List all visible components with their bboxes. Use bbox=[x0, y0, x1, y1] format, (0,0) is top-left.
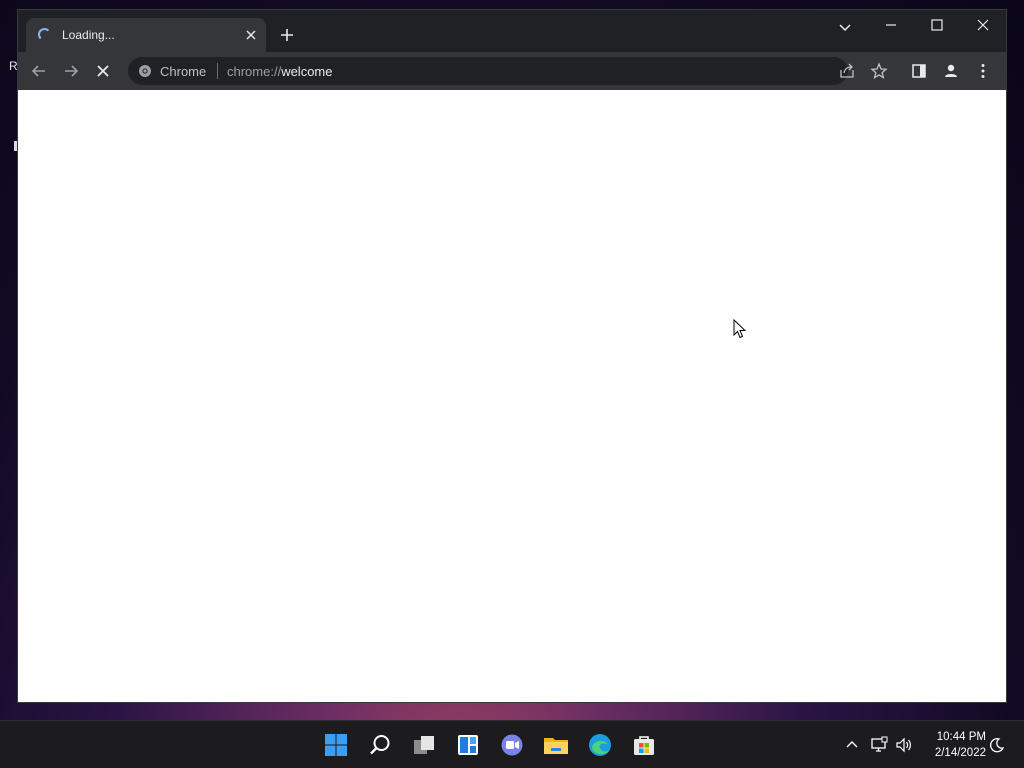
tab-strip: Loading... bbox=[18, 10, 1006, 52]
file-explorer-icon[interactable] bbox=[542, 731, 570, 759]
back-arrow-icon[interactable] bbox=[26, 58, 52, 84]
mouse-cursor-icon bbox=[733, 318, 747, 339]
taskbar: 10:44 PM 2/14/2022 bbox=[0, 720, 1024, 768]
share-icon[interactable] bbox=[834, 58, 860, 84]
site-chip-label: Chrome bbox=[160, 64, 207, 79]
forward-arrow-icon[interactable] bbox=[58, 58, 84, 84]
address-bar[interactable]: Chrome chrome://welcome bbox=[128, 57, 848, 85]
task-view-icon[interactable] bbox=[410, 731, 438, 759]
more-menu-icon[interactable] bbox=[970, 58, 996, 84]
desktop-icon-fragment bbox=[14, 141, 17, 151]
bookmark-star-icon[interactable] bbox=[866, 58, 892, 84]
new-tab-plus-icon[interactable] bbox=[276, 24, 298, 46]
edge-icon[interactable] bbox=[586, 731, 614, 759]
moon-icon[interactable] bbox=[987, 735, 1007, 755]
chevron-up-icon[interactable] bbox=[842, 735, 862, 755]
tab-close-icon[interactable] bbox=[242, 26, 260, 44]
minimize-icon[interactable] bbox=[868, 10, 914, 40]
network-icon[interactable] bbox=[869, 735, 889, 755]
url-host: welcome bbox=[281, 64, 333, 79]
profile-person-icon[interactable] bbox=[938, 58, 964, 84]
tab-search-chevron-down-icon[interactable] bbox=[834, 16, 856, 38]
page-content[interactable] bbox=[18, 90, 1006, 702]
widgets-icon[interactable] bbox=[454, 731, 482, 759]
window-close-icon[interactable] bbox=[960, 10, 1006, 40]
clock-date: 2/14/2022 bbox=[934, 747, 986, 759]
volume-icon[interactable] bbox=[894, 735, 914, 755]
maximize-icon[interactable] bbox=[914, 10, 960, 40]
stop-loading-icon[interactable] bbox=[90, 58, 116, 84]
url-text[interactable]: chrome://welcome bbox=[227, 64, 332, 79]
tab-loading[interactable]: Loading... bbox=[26, 18, 266, 52]
address-separator bbox=[217, 63, 218, 79]
url-scheme: chrome:// bbox=[227, 64, 282, 79]
desktop-label-fragment: R bbox=[9, 59, 18, 73]
system-clock[interactable]: 10:44 PM 2/14/2022 bbox=[920, 729, 986, 761]
browser-toolbar: Chrome chrome://welcome bbox=[18, 52, 1006, 90]
chrome-site-icon[interactable] bbox=[138, 64, 152, 78]
chat-icon[interactable] bbox=[498, 731, 526, 759]
loading-spinner-icon bbox=[38, 28, 51, 41]
windows-start-icon[interactable] bbox=[322, 731, 350, 759]
search-icon[interactable] bbox=[366, 731, 394, 759]
clock-time: 10:44 PM bbox=[936, 731, 986, 743]
tab-title: Loading... bbox=[62, 28, 115, 42]
side-panel-icon[interactable] bbox=[906, 58, 932, 84]
chrome-window: Loading... Chrome chrome://welcome bbox=[18, 10, 1006, 702]
store-icon[interactable] bbox=[630, 731, 658, 759]
